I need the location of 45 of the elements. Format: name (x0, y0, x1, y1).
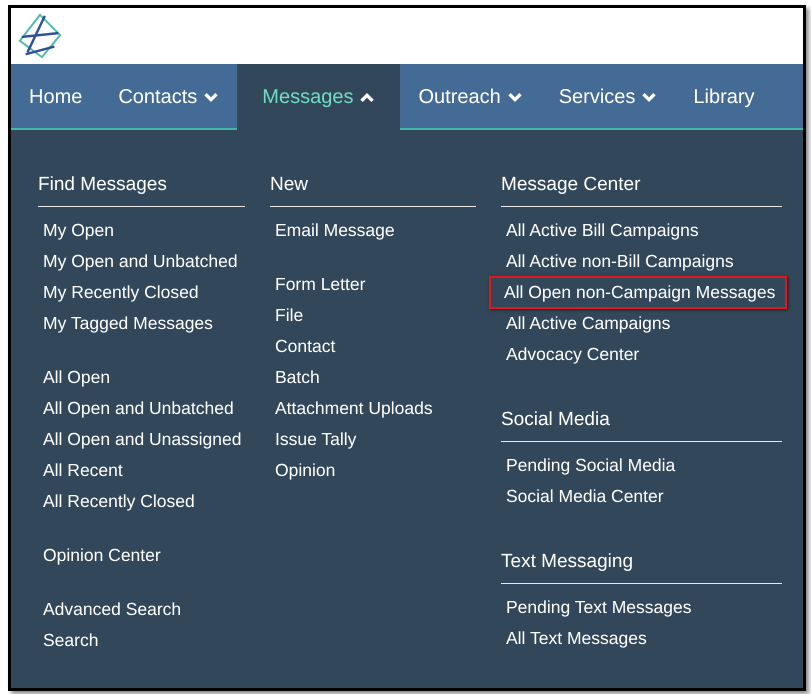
menu-link[interactable]: Opinion Center (38, 539, 166, 572)
menu-link[interactable]: Advanced Search (38, 593, 186, 626)
section-heading: New (270, 174, 310, 197)
menu-link[interactable]: All Active Bill Campaigns (501, 214, 704, 247)
menu-link[interactable]: All Open (38, 361, 116, 394)
menu-link[interactable]: Attachment Uploads (270, 392, 438, 425)
menu-link[interactable]: All Recent (38, 454, 128, 487)
nav-tab[interactable]: Services (540, 64, 676, 130)
menu-link[interactable]: Contact (270, 330, 340, 363)
menu-link[interactable]: My Open and Unbatched (38, 245, 243, 278)
section-heading: Social Media (501, 409, 611, 432)
logo-icon[interactable] (16, 12, 64, 60)
menu-link[interactable]: Pending Text Messages (501, 591, 696, 624)
section-heading: Find Messages (38, 174, 168, 197)
menu-link[interactable]: My Open (38, 214, 119, 247)
menu-link[interactable]: Email Message (270, 214, 400, 247)
nav-tab[interactable]: Home (11, 64, 100, 130)
section-heading: Text Messaging (501, 551, 634, 574)
menu-link[interactable]: Pending Social Media (501, 449, 680, 482)
menu-link[interactable]: All Open and Unassigned (38, 423, 246, 456)
nav-tab[interactable]: Contacts (100, 64, 238, 130)
menu-link[interactable]: All Active Campaigns (501, 307, 676, 340)
menu-link[interactable]: All Open non-Campaign Messages (489, 276, 788, 309)
caret-icon[interactable] (203, 92, 220, 102)
menu-link[interactable]: Batch (270, 361, 325, 394)
section-heading: Message Center (501, 174, 642, 197)
menu-link[interactable]: Issue Tally (270, 423, 362, 456)
menu-link[interactable]: All Text Messages (501, 622, 652, 655)
menu-link[interactable]: Social Media Center (501, 480, 669, 513)
menu-link[interactable]: My Recently Closed (38, 276, 204, 309)
menu-link[interactable]: All Open and Unbatched (38, 392, 239, 425)
menu-link[interactable]: All Active non-Bill Campaigns (501, 245, 739, 278)
menu-link[interactable]: Advocacy Center (501, 338, 644, 371)
caret-icon[interactable] (641, 92, 658, 102)
menu-link[interactable]: Opinion (270, 454, 340, 487)
menu-link[interactable]: Form Letter (270, 268, 370, 301)
nav-tab[interactable]: Messages (237, 64, 400, 130)
caret-icon[interactable] (359, 92, 376, 102)
menu-link[interactable]: Search (38, 624, 104, 657)
menu-link[interactable]: My Tagged Messages (38, 307, 218, 340)
menu-link[interactable]: File (270, 299, 308, 332)
nav-tab[interactable]: Library (675, 64, 773, 130)
menu-link[interactable]: All Recently Closed (38, 485, 200, 518)
nav-tab[interactable]: Outreach (400, 64, 541, 130)
caret-icon[interactable] (506, 92, 523, 102)
